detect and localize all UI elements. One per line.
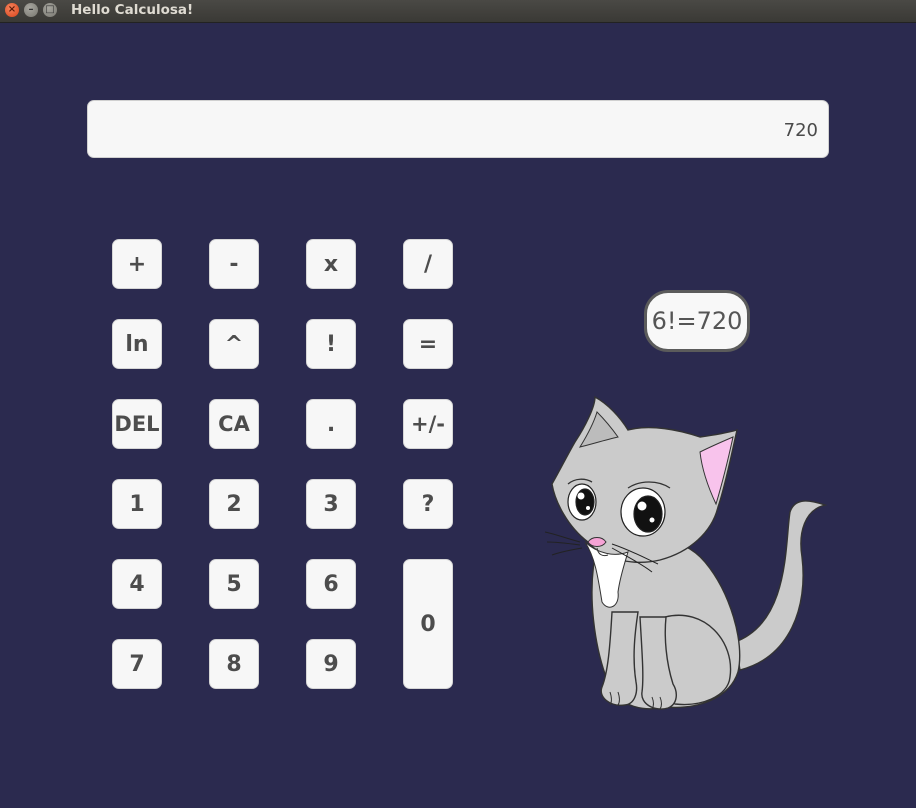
negate-button[interactable]: +/-: [403, 399, 453, 449]
delete-button[interactable]: DEL: [112, 399, 162, 449]
help-button[interactable]: ?: [403, 479, 453, 529]
power-button[interactable]: ^: [209, 319, 259, 369]
calculator-display: 720: [87, 100, 829, 158]
cat-mascot-icon: [544, 395, 828, 710]
plus-button[interactable]: +: [112, 239, 162, 289]
digit-2-button[interactable]: 2: [209, 479, 259, 529]
maximize-window-button[interactable]: □: [43, 3, 57, 17]
digit-4-button[interactable]: 4: [112, 559, 162, 609]
window-title: Hello Calculosa!: [71, 2, 194, 18]
digit-6-button[interactable]: 6: [306, 559, 356, 609]
speech-bubble-text: 6!=720: [651, 307, 743, 335]
digit-3-button[interactable]: 3: [306, 479, 356, 529]
decimal-button[interactable]: .: [306, 399, 356, 449]
display-value: 720: [783, 120, 818, 141]
close-window-button[interactable]: ×: [5, 3, 19, 17]
factorial-button[interactable]: !: [306, 319, 356, 369]
digit-0-button[interactable]: 0: [403, 559, 453, 689]
minus-button[interactable]: -: [209, 239, 259, 289]
speech-bubble: 6!=720: [644, 290, 750, 352]
digit-7-button[interactable]: 7: [112, 639, 162, 689]
clear-all-button[interactable]: CA: [209, 399, 259, 449]
multiply-button[interactable]: x: [306, 239, 356, 289]
window-titlebar: × – □ Hello Calculosa!: [0, 0, 916, 23]
digit-1-button[interactable]: 1: [112, 479, 162, 529]
divide-button[interactable]: /: [403, 239, 453, 289]
digit-8-button[interactable]: 8: [209, 639, 259, 689]
minimize-window-button[interactable]: –: [24, 3, 38, 17]
ln-button[interactable]: ln: [112, 319, 162, 369]
equals-button[interactable]: =: [403, 319, 453, 369]
digit-5-button[interactable]: 5: [209, 559, 259, 609]
digit-9-button[interactable]: 9: [306, 639, 356, 689]
